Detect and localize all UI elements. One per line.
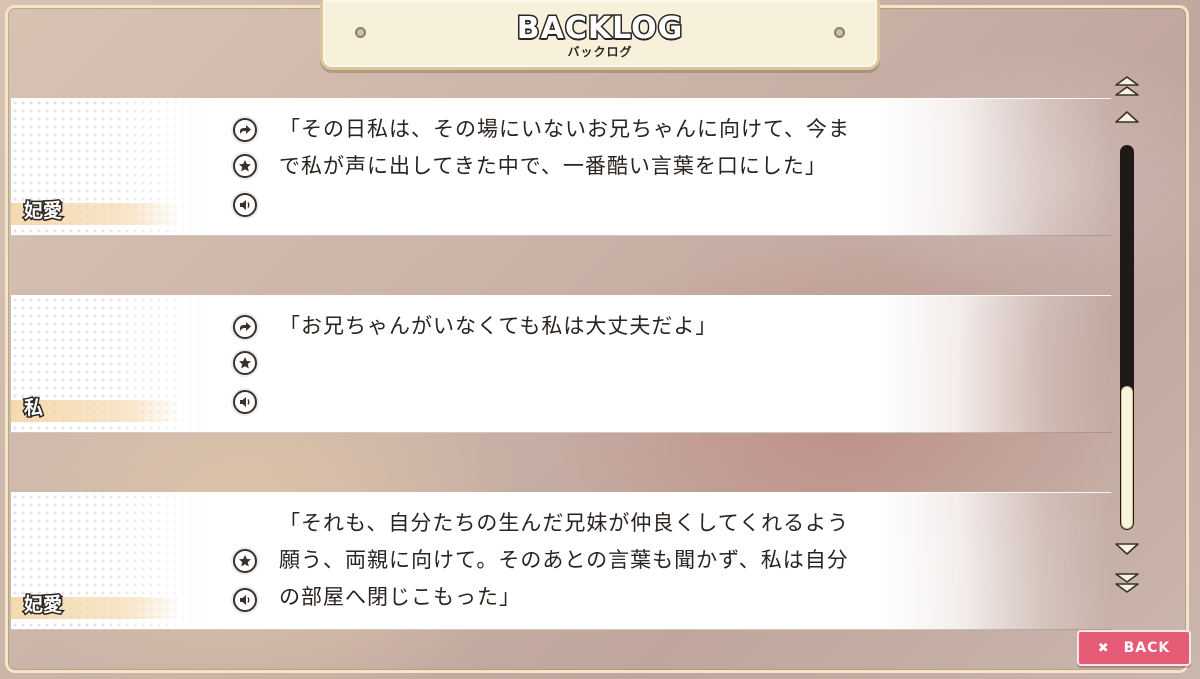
scroll-up-button[interactable] — [1113, 106, 1141, 128]
scroll-down-button[interactable] — [1113, 538, 1141, 560]
page-title: BACKLOG — [515, 10, 684, 48]
close-icon: ✖ — [1097, 640, 1110, 656]
speaker-name: 妃愛 — [22, 593, 63, 618]
log-entry: 妃愛 「それも、自分たちの生んだ兄妹が仲良くしてくれるよう 願う、両親に向けて。… — [11, 492, 1111, 630]
back-button-label: BACK — [1123, 640, 1171, 656]
double-chevron-up-icon — [1115, 76, 1139, 96]
backlog-header: BACKLOG バックログ — [320, 0, 880, 70]
star-icon[interactable] — [233, 549, 257, 573]
scroll-bottom-button[interactable] — [1113, 572, 1141, 594]
dialogue-text: 「お兄ちゃんがいなくても私は大丈夫だよ」 — [279, 314, 718, 338]
voice-icon[interactable] — [233, 588, 257, 612]
star-icon[interactable] — [233, 154, 257, 178]
star-icon[interactable] — [233, 351, 257, 375]
voice-icon[interactable] — [233, 193, 257, 217]
scrollbar-thumb[interactable] — [1121, 386, 1133, 529]
page-subtitle: バックログ — [567, 45, 633, 59]
speaker-name: 私 — [22, 396, 44, 421]
voice-icon[interactable] — [233, 390, 257, 414]
speaker-name: 妃愛 — [22, 199, 63, 224]
jump-icon[interactable] — [233, 118, 257, 142]
log-entry: 私 「お兄ちゃんがいなくても私は大丈夫だよ」 — [11, 295, 1111, 433]
dialogue-text: 「それも、自分たちの生んだ兄妹が仲良くしてくれるよう 願う、両親に向けて。そのあ… — [279, 511, 850, 609]
chevron-up-icon — [1115, 111, 1139, 123]
log-entry: 妃愛 「その日私は、その場にいないお兄ちゃんに向けて、今ま で私が声に出してきた… — [11, 98, 1111, 236]
dialogue-text: 「その日私は、その場にいないお兄ちゃんに向けて、今ま で私が声に出してきた中で、… — [279, 117, 850, 178]
double-chevron-down-icon — [1115, 573, 1139, 593]
back-button[interactable]: ✖ BACK — [1077, 630, 1191, 666]
jump-icon[interactable] — [233, 315, 257, 339]
scroll-top-button[interactable] — [1113, 75, 1141, 97]
chevron-down-icon — [1115, 543, 1139, 555]
